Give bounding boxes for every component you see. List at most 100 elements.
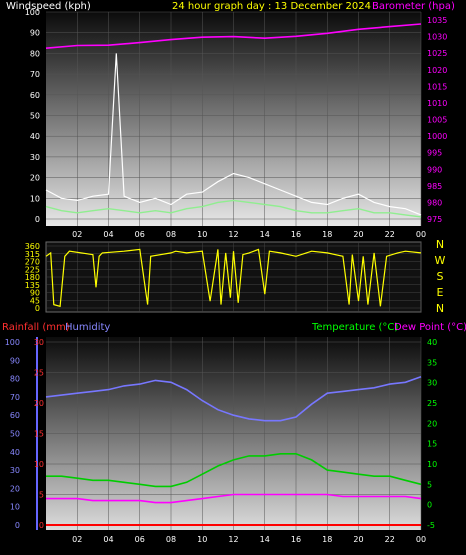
temp-x-tick-label: 00 bbox=[416, 535, 426, 544]
barometer-tick-label: 980 bbox=[427, 198, 442, 207]
wind-x-tick-label: 18 bbox=[322, 230, 332, 239]
humidity-axis-title: Humidity bbox=[65, 322, 110, 333]
weather-graph-canvas: Windspeed (kph) 24 hour graph day : 13 D… bbox=[2, 1, 466, 544]
compass-letter: S bbox=[437, 270, 444, 283]
temp-x-tick-label: 14 bbox=[260, 535, 270, 544]
temperature-tick-label: 30 bbox=[427, 379, 437, 388]
wind-tick-label: 100 bbox=[25, 8, 40, 17]
wind-x-tick-label: 14 bbox=[260, 230, 270, 239]
barometer-tick-label: 985 bbox=[427, 182, 442, 191]
barometer-tick-label: 975 bbox=[427, 215, 442, 224]
direction-tick-label: 360 bbox=[25, 242, 40, 251]
temperature-tick-label: 25 bbox=[427, 399, 437, 408]
wind-tick-label: 70 bbox=[30, 70, 40, 79]
barometer-tick-label: 990 bbox=[427, 165, 442, 174]
temp-x-tick-label: 20 bbox=[353, 535, 363, 544]
rain-tick-label: 0 bbox=[39, 521, 44, 530]
direction-tick-label: 225 bbox=[25, 265, 40, 274]
barometer-tick-label: 1020 bbox=[427, 66, 447, 75]
humidity-tick-label: 20 bbox=[10, 484, 20, 493]
rain-tick-label: 5 bbox=[39, 491, 44, 500]
temperature-tick-label: -5 bbox=[427, 521, 435, 530]
barometer-tick-label: 1030 bbox=[427, 33, 447, 42]
temperature-tick-label: 40 bbox=[427, 338, 437, 347]
wind-x-tick-label: 04 bbox=[103, 230, 113, 239]
humidity-tick-label: 90 bbox=[10, 356, 20, 365]
barometer-axis-title: Barometer (hpa) bbox=[372, 1, 455, 12]
direction-tick-label: 135 bbox=[25, 281, 40, 290]
rain-tick-label: 20 bbox=[34, 399, 44, 408]
barometer-tick-label: 1000 bbox=[427, 132, 447, 141]
direction-tick-label: 45 bbox=[30, 296, 40, 305]
temp-x-tick-label: 04 bbox=[103, 535, 113, 544]
rain-tick-label: 30 bbox=[34, 338, 44, 347]
wind-x-tick-label: 00 bbox=[416, 230, 426, 239]
direction-tick-label: 315 bbox=[25, 250, 40, 259]
rain-tick-label: 25 bbox=[34, 369, 44, 378]
temp-x-tick-label: 12 bbox=[228, 535, 238, 544]
temperature-tick-label: 10 bbox=[427, 460, 437, 469]
direction-tick-label: 270 bbox=[25, 258, 40, 267]
humidity-tick-label: 40 bbox=[10, 448, 20, 457]
temp-x-tick-label: 18 bbox=[322, 535, 332, 544]
humidity-tick-label: 10 bbox=[10, 503, 20, 512]
temp-x-tick-label: 22 bbox=[385, 535, 395, 544]
rainfall-axis-title: Rainfall (mm) bbox=[2, 322, 70, 333]
wind-x-tick-label: 22 bbox=[385, 230, 395, 239]
compass-letter: W bbox=[435, 254, 446, 267]
humidity-tick-label: 100 bbox=[5, 338, 20, 347]
wind-direction-ticks: 04590135180225270315360 bbox=[25, 242, 40, 313]
wind-tick-label: 10 bbox=[30, 194, 40, 203]
barometer-tick-label: 1025 bbox=[427, 49, 447, 58]
wind-x-tick-label: 16 bbox=[291, 230, 301, 239]
compass-letter: N bbox=[436, 238, 444, 251]
rain-tick-label: 15 bbox=[34, 430, 44, 439]
direction-tick-label: 180 bbox=[25, 273, 40, 282]
barometer-tick-label: 995 bbox=[427, 149, 442, 158]
graph-title: 24 hour graph day : 13 December 2024 bbox=[172, 1, 371, 12]
wind-tick-label: 50 bbox=[30, 112, 40, 121]
compass-letter: N bbox=[436, 302, 444, 315]
barometer-tick-label: 1015 bbox=[427, 82, 447, 91]
temperature-tick-label: 20 bbox=[427, 419, 437, 428]
wind-axis-title: Windspeed (kph) bbox=[6, 1, 91, 12]
compass-labels: NWSEN bbox=[435, 238, 446, 315]
rain-tick-label: 10 bbox=[34, 460, 44, 469]
wind-tick-label: 40 bbox=[30, 132, 40, 141]
wind-tick-label: 0 bbox=[35, 215, 40, 224]
wind-x-tick-label: 08 bbox=[166, 230, 176, 239]
wind-x-tick-label: 06 bbox=[135, 230, 145, 239]
wind-tick-label: 20 bbox=[30, 174, 40, 183]
humidity-tick-label: 60 bbox=[10, 411, 20, 420]
wind-tick-label: 80 bbox=[30, 49, 40, 58]
wind-x-tick-label: 20 bbox=[353, 230, 363, 239]
temperature-tick-label: 5 bbox=[427, 480, 432, 489]
temp-x-tick-label: 02 bbox=[72, 535, 82, 544]
humidity-tick-label: 80 bbox=[10, 375, 20, 384]
barometer-tick-label: 1005 bbox=[427, 116, 447, 125]
wind-x-tick-label: 02 bbox=[72, 230, 82, 239]
temperature-axis-title: Temperature (°C) bbox=[311, 322, 398, 333]
barometer-tick-label: 1035 bbox=[427, 16, 447, 25]
wind-tick-label: 90 bbox=[30, 29, 40, 38]
humidity-tick-label: 70 bbox=[10, 393, 20, 402]
temperature-tick-label: 0 bbox=[427, 501, 432, 510]
temp-x-tick-label: 08 bbox=[166, 535, 176, 544]
weather-graph-page: Windspeed (kph) 24 hour graph day : 13 D… bbox=[0, 0, 466, 555]
wind-tick-label: 60 bbox=[30, 91, 40, 100]
temp-x-tick-label: 10 bbox=[197, 535, 207, 544]
temperature-tick-label: 35 bbox=[427, 358, 437, 367]
temperature-tick-label: 15 bbox=[427, 440, 437, 449]
temp-x-tick-label: 06 bbox=[135, 535, 145, 544]
wind-x-tick-label: 10 bbox=[197, 230, 207, 239]
temp-x-tick-label: 16 bbox=[291, 535, 301, 544]
humidity-tick-label: 0 bbox=[15, 521, 20, 530]
wind-x-tick-label: 12 bbox=[228, 230, 238, 239]
compass-letter: E bbox=[437, 286, 444, 299]
direction-tick-label: 0 bbox=[35, 304, 40, 313]
direction-tick-label: 90 bbox=[30, 289, 40, 298]
dewpoint-axis-title: Dew Point (°C) bbox=[394, 322, 466, 333]
barometer-tick-label: 1010 bbox=[427, 99, 447, 108]
humidity-tick-label: 50 bbox=[10, 430, 20, 439]
humidity-tick-label: 30 bbox=[10, 466, 20, 475]
